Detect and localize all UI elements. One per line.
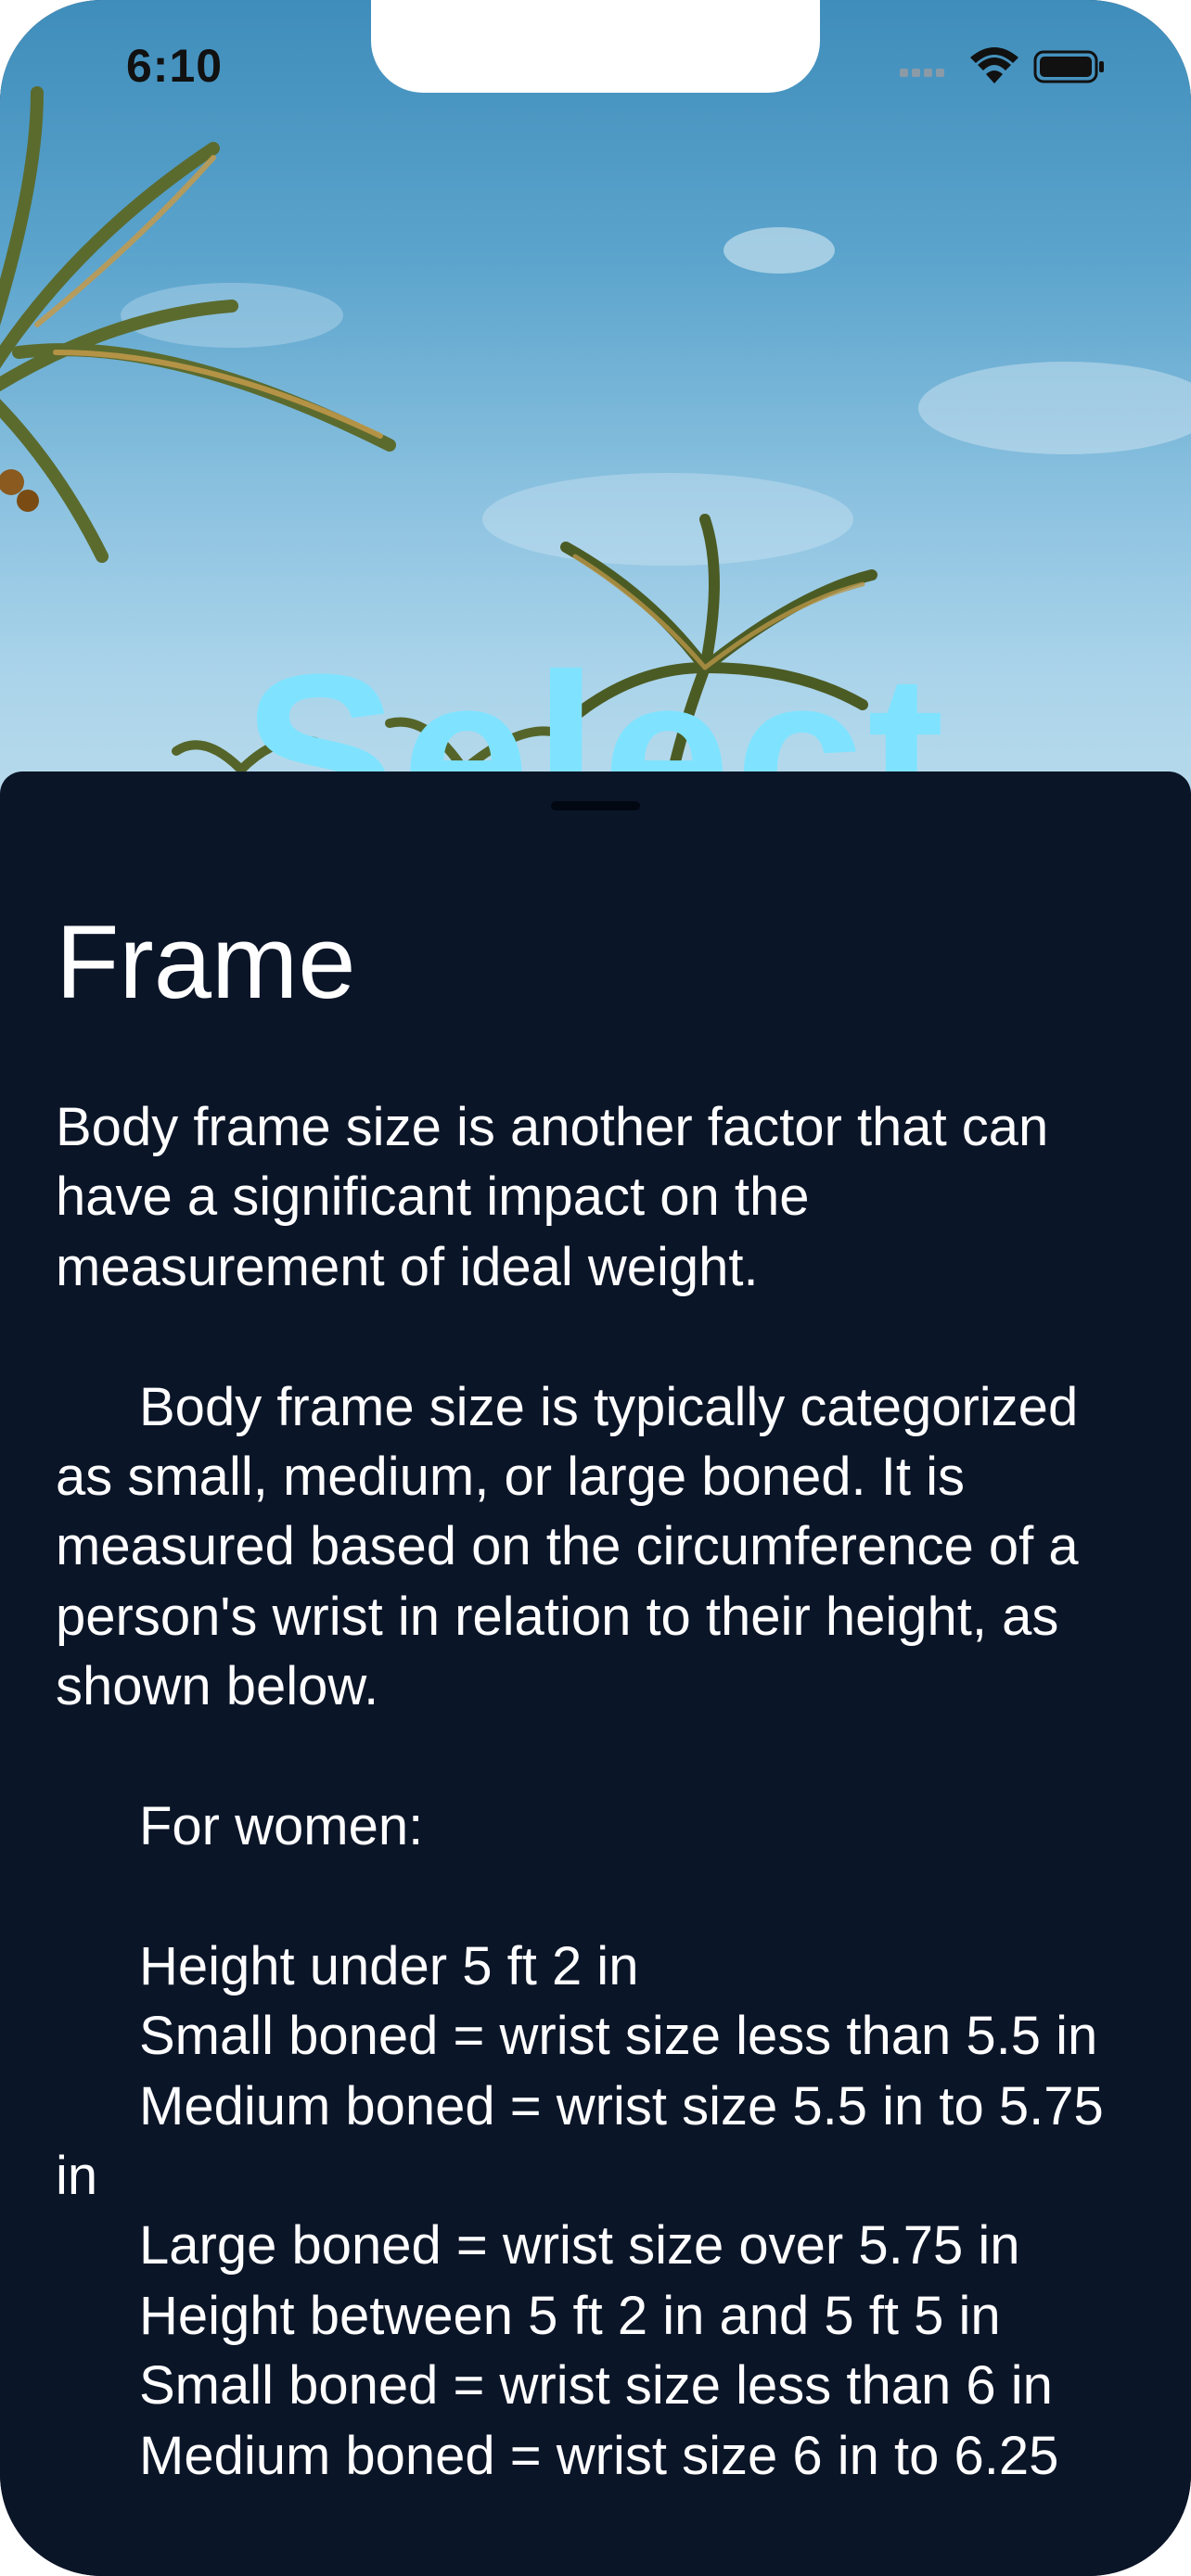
- body-line: Height under 5 ft 2 in: [139, 1935, 639, 1996]
- sheet-grabber-handle[interactable]: [551, 801, 640, 810]
- status-icons: [900, 46, 1113, 87]
- sheet-body-text: Body frame size is another factor that c…: [56, 1092, 1141, 2491]
- paragraph-intro: Body frame size is another factor that c…: [56, 1097, 1064, 1297]
- device-notch: [371, 0, 820, 93]
- body-line: Medium boned = wrist size 5.5 in to 5.75…: [56, 2075, 1119, 2207]
- body-line: Small boned = wrist size less than 6 in: [139, 2355, 1053, 2417]
- sheet-title: Frame: [56, 904, 356, 1020]
- cellular-signal-icon: [900, 69, 944, 77]
- battery-icon: [1033, 50, 1104, 83]
- wifi-icon: [970, 47, 1018, 83]
- body-line: Small boned = wrist size less than 5.5 i…: [139, 2006, 1098, 2067]
- background-sky-photo: Select: [0, 0, 1191, 835]
- status-time: 6:10: [126, 40, 224, 92]
- body-line: Large boned = wrist size over 5.75 in: [139, 2215, 1020, 2276]
- home-indicator[interactable]: [408, 2548, 783, 2559]
- body-line: Height between 5 ft 2 in and 5 ft 5 in: [139, 2285, 1001, 2346]
- phone-screen: Select 6:10 Frame Body frame size is ano…: [0, 0, 1191, 2576]
- info-bottom-sheet[interactable]: Frame Body frame size is another factor …: [0, 772, 1191, 2576]
- women-heading: For women:: [139, 1796, 424, 1857]
- paragraph-frame-size: Body frame size is typically categorized…: [56, 1376, 1094, 1717]
- body-line: Medium boned = wrist size 6 in to 6.25: [139, 2425, 1059, 2486]
